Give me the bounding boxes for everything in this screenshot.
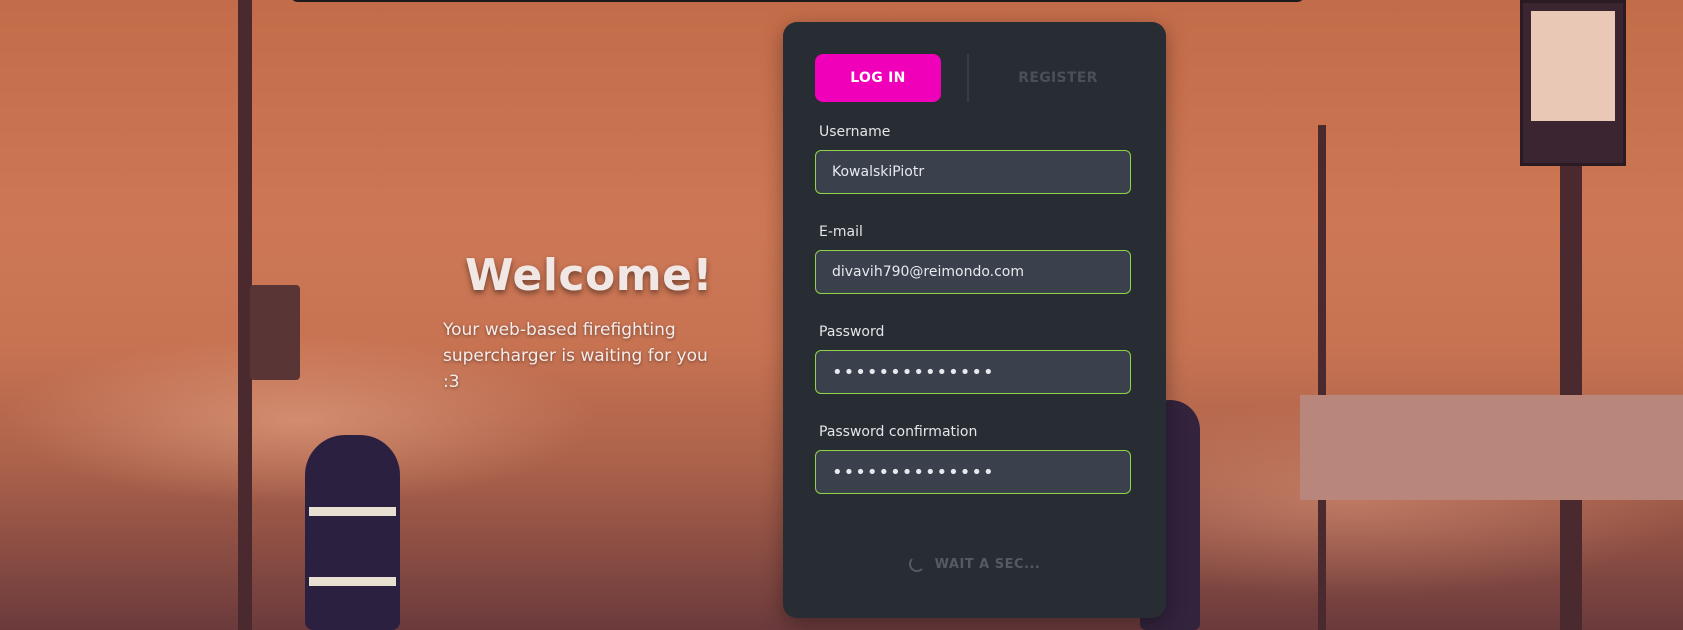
username-label: Username: [819, 124, 891, 140]
building: [1300, 395, 1683, 500]
traffic-light: [250, 285, 300, 380]
welcome-heading: Welcome!: [465, 250, 713, 301]
submit-button[interactable]: WAIT A SEC...: [783, 552, 1166, 576]
tab-divider: [967, 54, 969, 102]
top-bar: [290, 0, 1305, 2]
welcome-subtitle: Your web-based firefighting supercharger…: [443, 320, 708, 392]
email-field[interactable]: divavih790@reimondo.com: [815, 250, 1131, 294]
username-field[interactable]: KowalskiPiotr: [815, 150, 1131, 194]
password-label: Password: [819, 324, 885, 340]
tab-login[interactable]: LOG IN: [815, 54, 941, 102]
street-pole: [1318, 125, 1326, 630]
email-label: E-mail: [819, 224, 863, 240]
trucks-sign: [1520, 0, 1626, 166]
tab-register[interactable]: REGISTER: [983, 54, 1133, 102]
spinner-icon: [908, 556, 925, 572]
firefighter: [305, 435, 400, 630]
password-confirmation-field[interactable]: ••••••••••••••: [815, 450, 1131, 494]
auth-panel: LOG IN REGISTER Username KowalskiPiotr E…: [783, 22, 1166, 618]
password-field[interactable]: ••••••••••••••: [815, 350, 1131, 394]
submit-status-label: WAIT A SEC...: [934, 556, 1041, 572]
auth-tabs: LOG IN REGISTER: [815, 54, 1135, 102]
password-confirmation-label: Password confirmation: [819, 424, 978, 440]
sign-post: [1560, 150, 1582, 630]
welcome-section: Welcome! Your web-based firefighting sup…: [443, 250, 713, 395]
